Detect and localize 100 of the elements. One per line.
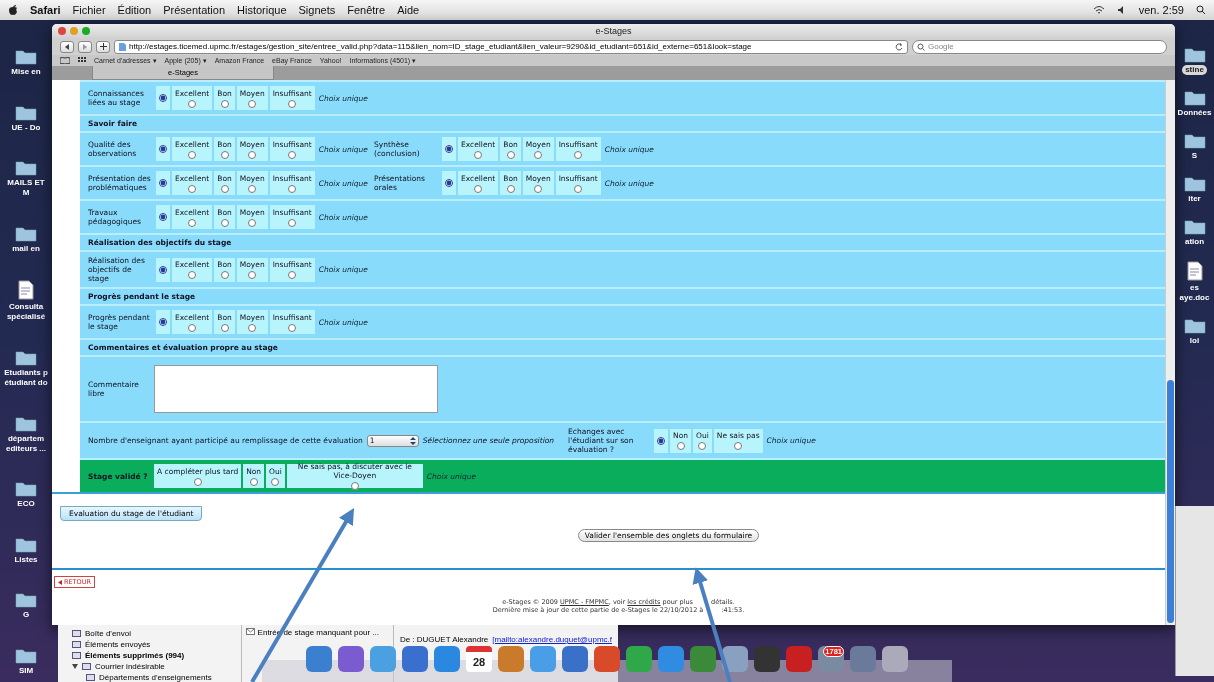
radio-button[interactable] (249, 477, 258, 486)
radio-button[interactable] (506, 150, 515, 159)
radio-button[interactable] (474, 150, 483, 159)
app-icon[interactable] (786, 646, 812, 672)
mail-folder-label[interactable]: Éléments envoyés (85, 639, 151, 649)
radio-button[interactable] (248, 218, 257, 227)
radio-button[interactable] (271, 477, 280, 486)
folder-icon[interactable] (15, 48, 37, 65)
app-icon[interactable] (658, 646, 684, 672)
folder-icon[interactable] (1183, 317, 1206, 334)
desktop-icon-label[interactable]: loi (1186, 336, 1203, 346)
radio-button[interactable] (220, 150, 229, 159)
email-link[interactable]: [mailto:alexandre.duguet@upmc.f (492, 635, 612, 644)
radio-button[interactable] (676, 442, 685, 450)
desktop-icon-label[interactable]: S (1188, 151, 1201, 161)
radio-button[interactable] (188, 271, 197, 279)
mail-folder-label[interactable]: Boîte d'envoi (85, 628, 131, 638)
app-icon[interactable] (754, 646, 780, 672)
app-icon[interactable] (530, 646, 556, 672)
radio-button[interactable] (350, 482, 359, 490)
wifi-icon[interactable] (1092, 5, 1105, 15)
desktop-icon-label[interactable]: iter (1185, 194, 1204, 204)
radio-button[interactable] (159, 318, 167, 326)
book-icon[interactable] (60, 57, 70, 64)
folder-icon[interactable] (15, 224, 37, 242)
app-icon[interactable] (562, 646, 588, 672)
radio-button[interactable] (288, 184, 297, 193)
radio-button[interactable] (159, 94, 167, 102)
desktop-icon-label[interactable]: ation (1181, 237, 1208, 247)
radio-button[interactable] (698, 442, 707, 450)
folder-icon[interactable] (15, 414, 37, 432)
app-icon[interactable] (434, 646, 460, 672)
radio-button[interactable] (288, 150, 297, 159)
grid-icon[interactable] (78, 57, 86, 64)
radio-button[interactable] (188, 184, 197, 193)
radio-button[interactable] (445, 145, 453, 153)
apple-logo-icon[interactable] (8, 4, 18, 16)
radio-button[interactable] (159, 179, 167, 187)
radio-button[interactable] (474, 184, 483, 193)
desktop-icon-label[interactable]: UE - Do (8, 122, 44, 133)
radio-button[interactable] (188, 218, 197, 227)
menu-item[interactable]: Fichier (72, 4, 106, 16)
menu-item[interactable]: Aide (397, 4, 420, 16)
app-icon[interactable] (306, 646, 332, 672)
back-button[interactable] (60, 40, 74, 53)
search-icon[interactable] (1196, 5, 1206, 15)
folder-icon[interactable] (1183, 175, 1206, 192)
folder-icon[interactable] (1183, 89, 1206, 106)
menu-item[interactable]: Édition (117, 4, 152, 16)
radio-button[interactable] (248, 184, 257, 193)
calendar-app-icon[interactable]: 28 (466, 646, 492, 672)
disclosure-triangle-icon[interactable] (72, 663, 78, 669)
radio-button[interactable] (193, 477, 202, 486)
desktop-icon-label[interactable]: Consulta spécialisé (3, 302, 49, 323)
radio-button[interactable] (657, 436, 666, 445)
desktop-icon-label[interactable]: Listes (11, 554, 41, 565)
folder-icon[interactable] (15, 103, 37, 121)
add-bookmark-button[interactable] (96, 40, 110, 53)
app-icon[interactable] (498, 646, 524, 672)
reload-icon[interactable] (895, 42, 903, 51)
desktop-icon-label[interactable]: Données (1175, 108, 1214, 118)
radio-button[interactable] (220, 323, 229, 332)
folder-icon[interactable] (15, 646, 37, 664)
folder-icon[interactable] (15, 159, 37, 177)
desktop-icon-label[interactable]: départem editeurs ... (3, 433, 49, 454)
folder-icon[interactable] (1183, 132, 1206, 149)
desktop-icon-label[interactable]: SIM (15, 665, 37, 676)
mail-folder-label[interactable]: Éléments supprimés (994) (85, 650, 185, 660)
radio-button[interactable] (288, 99, 297, 108)
comment-textarea[interactable] (154, 365, 438, 413)
close-button[interactable] (58, 27, 66, 35)
document-icon[interactable] (1186, 261, 1203, 281)
radio-button[interactable] (188, 323, 197, 332)
app-icon[interactable] (402, 646, 428, 672)
radio-button[interactable] (248, 99, 257, 108)
desktop-icon-label[interactable]: Etudiants p étudiant do (1, 367, 51, 388)
minimize-button[interactable] (70, 27, 78, 35)
menu-item[interactable]: Historique (237, 4, 287, 16)
radio-button[interactable] (248, 150, 257, 159)
radio-button[interactable] (506, 184, 515, 193)
zoom-button[interactable] (82, 27, 90, 35)
desktop-icon-label[interactable]: mail en (9, 243, 43, 254)
mail-folder-label[interactable]: Courrier indésirable (95, 661, 165, 671)
mail-folder-label[interactable]: Départements d'enseignements (99, 672, 212, 682)
radio-button[interactable] (288, 271, 297, 279)
scroll-thumb[interactable] (1167, 379, 1174, 623)
radio-button[interactable] (534, 150, 543, 159)
menu-clock[interactable]: ven. 2:59 (1138, 4, 1184, 16)
scrollbar[interactable] (1165, 80, 1175, 625)
radio-button[interactable] (220, 184, 229, 193)
search-field[interactable]: Google (912, 39, 1167, 54)
app-icon[interactable] (370, 646, 396, 672)
radio-button[interactable] (288, 323, 297, 332)
menu-item[interactable]: Présentation (163, 4, 225, 16)
desktop-icon-label[interactable]: ECO (14, 499, 38, 510)
radio-button[interactable] (288, 218, 297, 227)
radio-button[interactable] (220, 99, 229, 108)
radio-button[interactable] (734, 442, 743, 450)
radio-button[interactable] (445, 179, 453, 187)
desktop-icon-label[interactable]: MAILS ET M (0, 178, 52, 199)
